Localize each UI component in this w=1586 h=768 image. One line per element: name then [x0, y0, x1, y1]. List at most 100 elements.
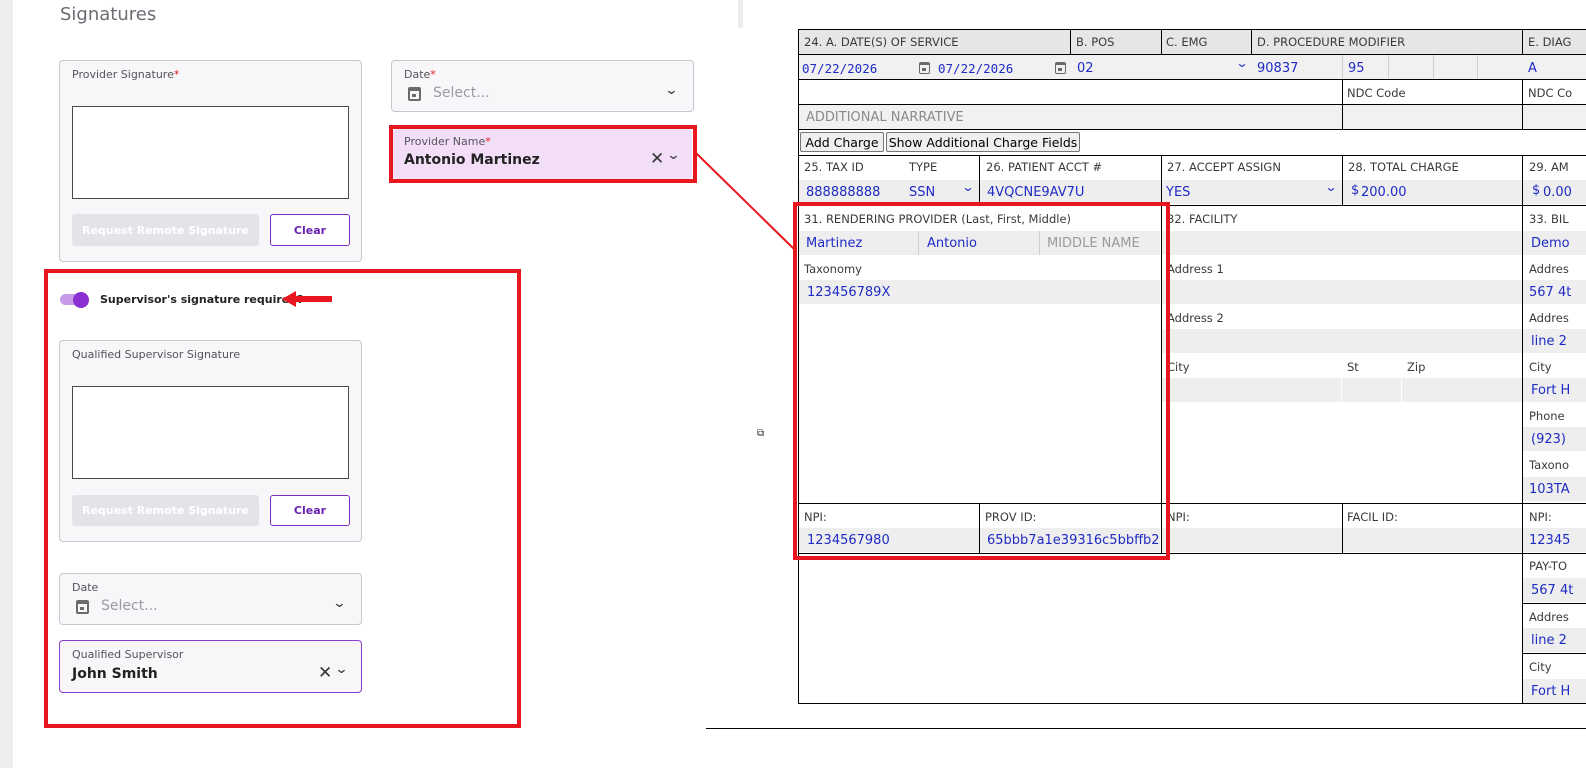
facility-npi-label: NPI:	[1167, 510, 1190, 524]
from-date-input[interactable]: 07/22/2026	[802, 61, 877, 76]
billing-address2-input[interactable]: line 2	[1531, 334, 1567, 349]
currency-symbol: $	[1532, 183, 1541, 198]
billing-address-label: Addres	[1529, 262, 1569, 276]
divider	[798, 79, 1586, 80]
facility-name-input[interactable]	[1162, 231, 1522, 255]
billing-npi-label: NPI:	[1529, 510, 1552, 524]
patient-acct-input[interactable]: 4VQCNE9AV7U	[987, 185, 1084, 200]
billing-taxonomy-input[interactable]: 103TA	[1529, 482, 1570, 497]
emg-dropdown-chevron-icon[interactable]: ⌄	[1235, 56, 1248, 70]
add-charge-button[interactable]: Add Charge	[800, 132, 884, 152]
tax-id-input[interactable]: 888888888	[806, 185, 880, 200]
total-charge-label: 28. TOTAL CHARGE	[1348, 160, 1459, 174]
billing-city-input[interactable]: Fort H	[1531, 383, 1570, 398]
clear-signature-button[interactable]: Clear	[270, 214, 350, 246]
divider	[798, 129, 1586, 130]
facility-zip-label: Zip	[1407, 360, 1426, 374]
facility-address1-label: Address 1	[1167, 262, 1224, 276]
calendar-icon[interactable]	[1055, 62, 1066, 74]
payto-label: PAY-TO	[1529, 559, 1568, 573]
annotation-connector-line	[695, 152, 796, 251]
ndc-code-label-2: NDC Co	[1528, 86, 1573, 100]
show-additional-charge-fields-button[interactable]: Show Additional Charge Fields	[886, 132, 1080, 152]
procedure-modifier-label: D. PROCEDURE MODIFIER	[1257, 35, 1406, 49]
patient-acct-label: 26. PATIENT ACCT #	[986, 160, 1103, 174]
calendar-icon	[408, 87, 421, 101]
request-remote-signature-button[interactable]: Request Remote Signature	[72, 214, 259, 246]
ndc-code-label: NDC Code	[1347, 86, 1406, 100]
divider	[1522, 603, 1586, 604]
copy-icon[interactable]: ⧉	[757, 428, 764, 439]
chevron-down-icon[interactable]: ⌄	[961, 180, 974, 194]
modifier-input[interactable]: 95	[1348, 61, 1365, 76]
facility-address1-input[interactable]	[1162, 280, 1522, 304]
currency-symbol: $	[1351, 183, 1360, 198]
amount-input[interactable]: 0.00	[1543, 185, 1572, 200]
date-select[interactable]: Date* Select... ⌄	[391, 60, 694, 112]
date-label: Date*	[404, 68, 436, 81]
tax-id-label: 25. TAX ID	[804, 160, 864, 174]
type-select[interactable]: SSN	[909, 185, 935, 200]
provider-signature-label: Provider Signature*	[72, 68, 180, 81]
divider	[1342, 155, 1343, 205]
divider	[798, 155, 1586, 156]
billing-taxonomy-label: Taxono	[1529, 458, 1569, 472]
divider	[706, 728, 1586, 729]
accept-assign-label: 27. ACCEPT ASSIGN	[1167, 160, 1281, 174]
billing-npi-input[interactable]: 12345	[1529, 533, 1570, 548]
procedure-input[interactable]: 90837	[1257, 61, 1298, 76]
diag-label: E. DIAG	[1528, 35, 1572, 49]
pos-input[interactable]: 02	[1077, 61, 1094, 76]
left-gutter	[0, 0, 13, 768]
calendar-icon[interactable]	[919, 62, 930, 74]
divider	[1341, 378, 1342, 402]
type-label: TYPE	[909, 160, 938, 174]
annotation-highlight-supervisor-section	[44, 269, 521, 728]
divider	[798, 703, 1586, 704]
signatures-title: Signatures	[60, 4, 157, 25]
facility-address2-label: Address 2	[1167, 311, 1224, 325]
divider	[1433, 55, 1434, 79]
ndc-input[interactable]	[1343, 105, 1522, 129]
accept-assign-select[interactable]: YES	[1166, 185, 1190, 200]
row24-values-band	[799, 55, 1586, 79]
date-of-service-label: 24. A. DATE(S) OF SERVICE	[804, 35, 959, 49]
payto-city-label: City	[1529, 660, 1552, 674]
additional-narrative-input[interactable]: ADDITIONAL NARRATIVE	[806, 110, 964, 125]
divider	[1477, 55, 1478, 79]
diag-input[interactable]: A	[1528, 61, 1537, 76]
chevron-down-icon[interactable]: ⌄	[664, 83, 678, 98]
billing-phone-input[interactable]: (923)	[1531, 432, 1566, 447]
billing-address2-label: Addres	[1529, 311, 1569, 325]
date-placeholder: Select...	[433, 85, 490, 101]
divider	[979, 155, 980, 205]
facility-address2-input[interactable]	[1162, 329, 1522, 353]
billing-address-input[interactable]: 567 4t	[1529, 285, 1571, 300]
facil-id-label: FACIL ID:	[1347, 510, 1398, 524]
billing-label: 33. BIL	[1529, 212, 1569, 226]
facility-st-label: St	[1347, 360, 1359, 374]
payto-address2-input[interactable]: line 2	[1531, 633, 1567, 648]
payto-address-input[interactable]: 567 4t	[1531, 583, 1573, 598]
facility-city-input[interactable]	[1162, 378, 1522, 402]
billing-city-label: City	[1529, 360, 1552, 374]
billing-phone-label: Phone	[1529, 409, 1565, 423]
chevron-down-icon[interactable]: ⌄	[1324, 180, 1337, 194]
divider	[1522, 653, 1586, 654]
emg-label: C. EMG	[1166, 35, 1208, 49]
ndc-input-2[interactable]	[1523, 105, 1586, 129]
amount-label: 29. AM	[1529, 160, 1569, 174]
divider	[1401, 378, 1402, 402]
payto-city-input[interactable]: Fort H	[1531, 684, 1570, 699]
provider-signature-card: Provider Signature* Request Remote Signa…	[59, 60, 362, 262]
divider	[1388, 55, 1389, 79]
pos-label: B. POS	[1076, 35, 1115, 49]
divider	[1342, 503, 1343, 553]
total-charge-input[interactable]: 200.00	[1361, 185, 1407, 200]
billing-name-input[interactable]: Demo	[1531, 236, 1570, 251]
payto-address2-label: Addres	[1529, 610, 1569, 624]
divider	[1342, 55, 1343, 79]
to-date-input[interactable]: 07/22/2026	[938, 61, 1013, 76]
annotation-highlight-provider-name	[389, 125, 697, 183]
provider-signature-pad[interactable]	[72, 106, 349, 199]
